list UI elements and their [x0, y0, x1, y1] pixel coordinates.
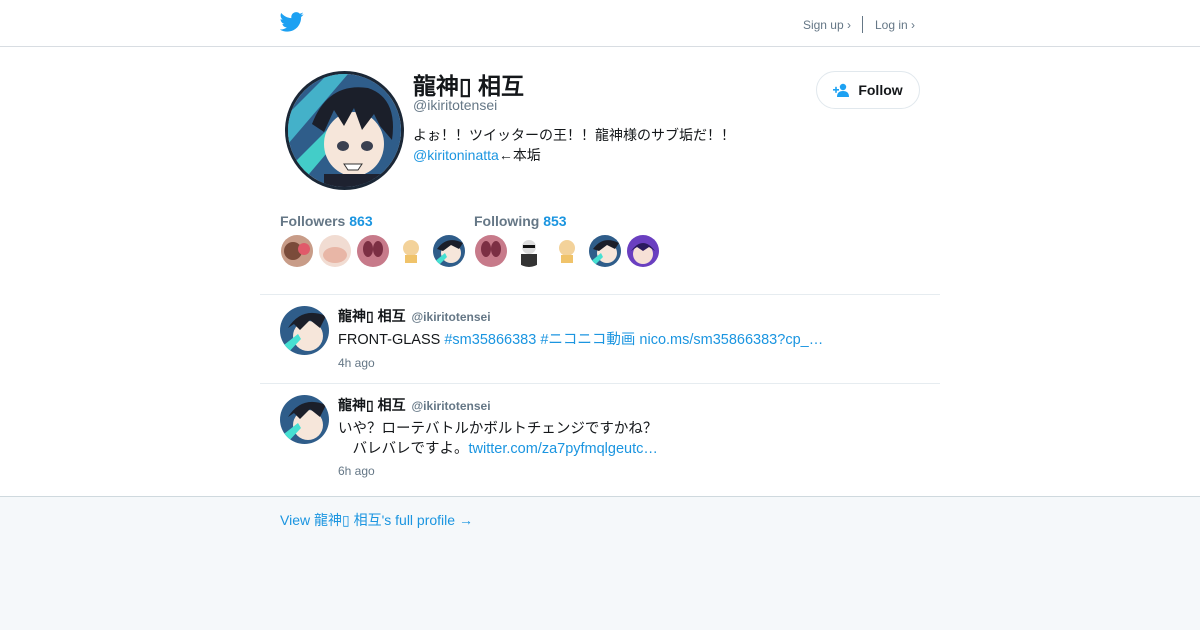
tweet-author-name[interactable]: 龍神▯ 相互 — [338, 308, 406, 324]
url-link[interactable]: twitter.com/za7pyfmqlgeutc… — [469, 441, 658, 457]
profile-card: 龍神▯ 相互 @ikiritotensei よぉ！！ツイッターの王！！龍神様のサ… — [0, 47, 1200, 497]
followers-count: 863 — [349, 213, 373, 229]
hashtag-link[interactable]: #sm35866383 — [444, 332, 536, 348]
follower-avatar[interactable] — [357, 235, 389, 267]
auth-links: Sign up › Log in › — [803, 16, 915, 33]
following-avatar[interactable] — [589, 235, 621, 267]
following-label: Following — [474, 213, 540, 229]
follower-avatar[interactable] — [395, 235, 427, 267]
tweet-header: 龍神▯ 相互 @ikiritotensei — [338, 395, 491, 415]
full-profile-link[interactable]: View 龍神▯ 相互's full profile → — [280, 510, 473, 530]
tweet-text: いや？ローテバトルかボルトチェンジですかね？ バレバレですよ。twitter.c… — [338, 419, 658, 459]
tweet-author-name[interactable]: 龍神▯ 相互 — [338, 397, 406, 413]
follower-avatar[interactable] — [281, 235, 313, 267]
follower-avatar[interactable] — [433, 235, 465, 267]
following-avatar[interactable] — [475, 235, 507, 267]
tweet-author-handle[interactable]: @ikiritotensei — [411, 399, 490, 413]
following-facepile — [475, 235, 665, 267]
twitter-bird-icon[interactable] — [280, 12, 304, 32]
follow-button-label: Follow — [858, 82, 903, 98]
auth-separator — [861, 16, 863, 33]
url-link[interactable]: nico.ms/sm35866383?cp_… — [639, 332, 823, 348]
following-avatar[interactable] — [551, 235, 583, 267]
tweet-text-line-1: いや？ローテバトルかボルトチェンジですかね？ — [338, 421, 658, 437]
tweet-avatar[interactable] — [280, 395, 329, 444]
following-count: 853 — [543, 213, 567, 229]
top-bar: Sign up › Log in › — [0, 0, 1200, 47]
tweet[interactable]: 龍神▯ 相互 @ikiritotensei いや？ローテバトルかボルトチェンジで… — [280, 395, 920, 485]
following-avatar[interactable] — [627, 235, 659, 267]
login-link[interactable]: Log in › — [875, 18, 915, 32]
profile-name: 龍神▯ 相互 — [413, 73, 525, 99]
following-avatar[interactable] — [513, 235, 545, 267]
followers-label: Followers — [280, 213, 346, 229]
divider — [260, 294, 940, 295]
tweet-timestamp[interactable]: 4h ago — [338, 356, 375, 370]
followers-stat[interactable]: Followers 863 — [280, 213, 373, 229]
tweet-avatar[interactable] — [280, 306, 329, 355]
bio-line-1: よぉ！！ツイッターの王！！龍神様のサブ垢だ！！ — [413, 127, 735, 143]
follow-button[interactable]: Follow — [816, 71, 920, 109]
add-user-icon — [833, 83, 850, 97]
tweet-text: FRONT-GLASS #sm35866383 #ニコニコ動画 nico.ms/… — [338, 330, 823, 350]
tweet[interactable]: 龍神▯ 相互 @ikiritotensei FRONT-GLASS #sm358… — [280, 306, 920, 376]
profile-avatar[interactable] — [285, 71, 404, 190]
follower-avatar[interactable] — [319, 235, 351, 267]
bio-line-2: @kiritoninatta←本垢 — [413, 145, 735, 165]
bio-mention-link[interactable]: @kiritoninatta — [413, 147, 499, 163]
followers-facepile — [281, 235, 471, 267]
tweet-text-line-2: バレバレですよ。twitter.com/za7pyfmqlgeutc… — [338, 439, 658, 459]
profile-bio: よぉ！！ツイッターの王！！龍神様のサブ垢だ！！ @kiritoninatta←本… — [413, 125, 735, 165]
following-stat[interactable]: Following 853 — [474, 213, 567, 229]
signup-link[interactable]: Sign up › — [803, 18, 851, 32]
tweet-text-plain: FRONT-GLASS — [338, 332, 445, 348]
divider — [260, 383, 940, 384]
tweet-header: 龍神▯ 相互 @ikiritotensei — [338, 306, 491, 326]
tweet-author-handle[interactable]: @ikiritotensei — [411, 310, 490, 324]
tweet-timestamp[interactable]: 6h ago — [338, 464, 375, 478]
bio-line-2-text: ←本垢 — [498, 147, 541, 163]
tweet-text-line-2-plain: バレバレですよ。 — [338, 441, 469, 457]
profile-handle: @ikiritotensei — [413, 97, 498, 113]
hashtag-link[interactable]: #ニコニコ動画 — [540, 332, 635, 348]
